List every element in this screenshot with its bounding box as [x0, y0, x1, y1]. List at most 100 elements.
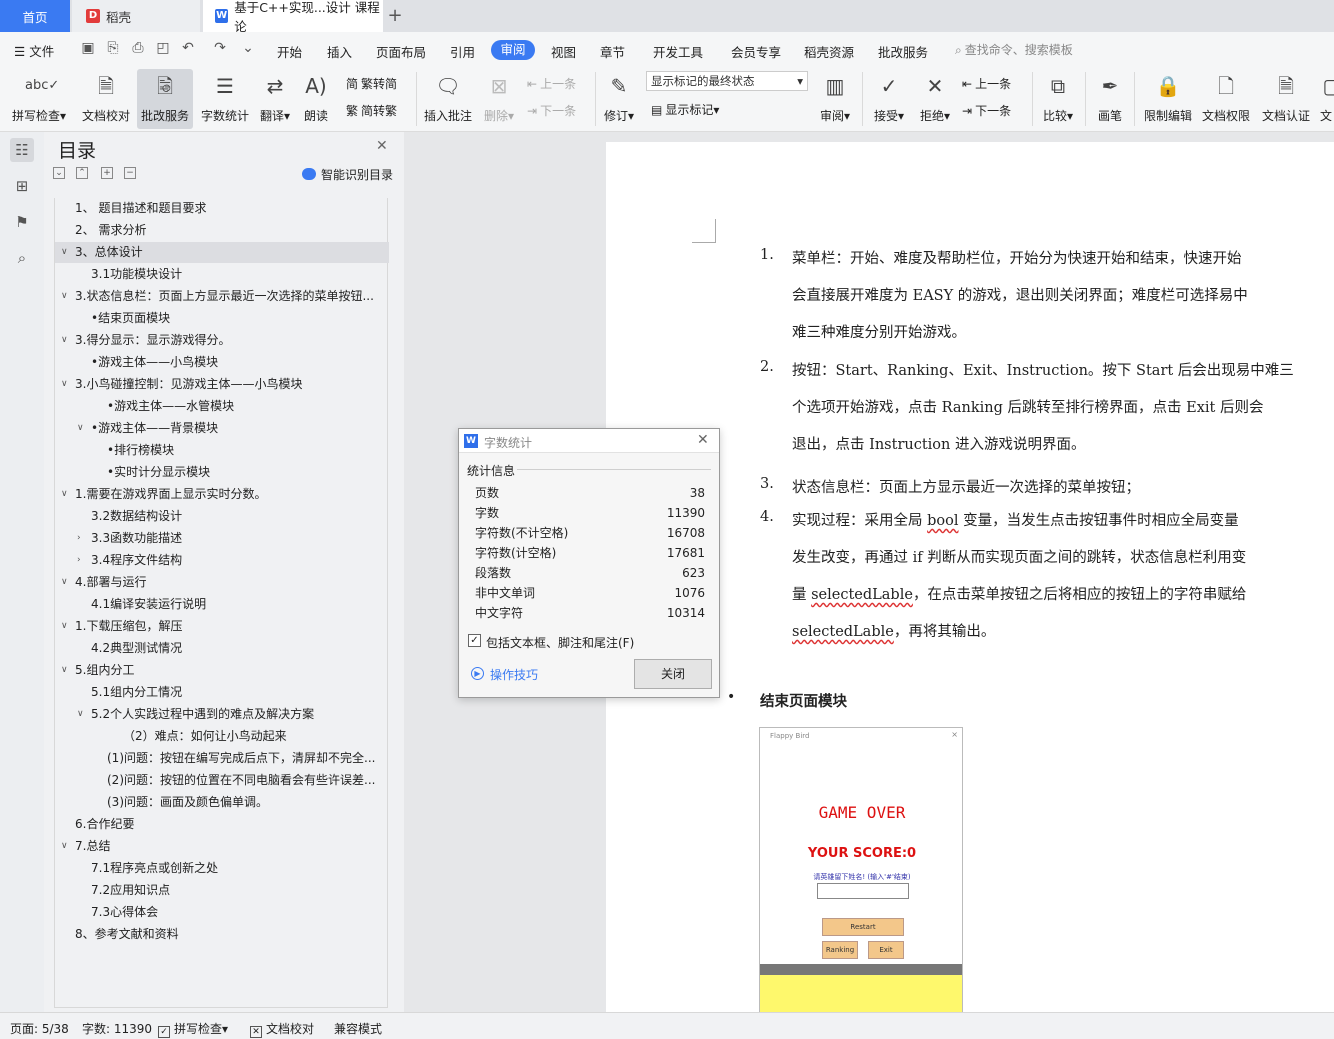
- markup-state-select[interactable]: 显示标记的最终状态 ▾: [646, 71, 808, 91]
- insert-comment-button[interactable]: 🗨 插入批注: [422, 69, 474, 129]
- toc-item[interactable]: 7.3心得体会: [55, 902, 389, 923]
- toc-item[interactable]: ∨ 3.得分显示：显示游戏得分。: [55, 330, 389, 351]
- accept-button[interactable]: ✓ 接受▾: [869, 69, 909, 129]
- save-icon[interactable]: ▣: [80, 40, 96, 56]
- toc-item[interactable]: (2)问题：按钮的位置在不同电脑看会有些许误差...: [55, 770, 389, 791]
- paragraph-line[interactable]: 退出，点击 Instruction 进入游戏说明界面。: [792, 433, 1085, 454]
- expand-arrow-icon[interactable]: ∨: [77, 418, 84, 439]
- new-tab-button[interactable]: +: [385, 5, 405, 26]
- menu-devtools[interactable]: 开发工具: [653, 42, 703, 61]
- doc-proofread-button[interactable]: 🗎 文档校对: [78, 69, 134, 129]
- spellcheck-button[interactable]: abc✓ 拼写检查▾: [8, 69, 70, 129]
- menu-correction[interactable]: 批改服务: [878, 42, 928, 61]
- toc-item[interactable]: 1、 题目描述和题目要求: [55, 198, 389, 219]
- expand-arrow-icon[interactable]: ∨: [61, 286, 68, 307]
- toc-item[interactable]: ∨ 3.小鸟碰撞控制：见游戏主体——小鸟模块: [55, 374, 389, 395]
- toc-item[interactable]: 4.1编译安装运行说明: [55, 594, 389, 615]
- toc-item[interactable]: (1)问题：按钮在编写完成后点下，清屏却不完全...: [55, 748, 389, 769]
- include-textbox-checkbox[interactable]: ✓: [468, 634, 481, 647]
- toc-item[interactable]: ∨ 1.下载压缩包，解压: [55, 616, 389, 637]
- simp-to-trad-button[interactable]: 繁简转繁: [346, 102, 397, 119]
- menu-daoke-resources[interactable]: 稻壳资源: [804, 42, 854, 61]
- toc-item[interactable]: (3)问题：画面及颜色偏单调。: [55, 792, 389, 813]
- menu-reference[interactable]: 引用: [450, 42, 475, 61]
- toc-item[interactable]: › 3.3函数功能描述: [55, 528, 389, 549]
- undo-icon[interactable]: ↶: [180, 40, 196, 56]
- paragraph-line[interactable]: 个选项开始游戏，点击 Ranking 后跳转至排行榜界面，点击 Exit 后则会: [792, 396, 1263, 417]
- expand-arrow-icon[interactable]: ∨: [61, 242, 68, 263]
- toc-item[interactable]: ∨ 5.组内分工: [55, 660, 389, 681]
- expand-arrow-icon[interactable]: ∨: [61, 484, 68, 505]
- toc-item[interactable]: 5.1组内分工情况: [55, 682, 389, 703]
- translate-button[interactable]: ⇄ 翻译▾: [256, 69, 294, 129]
- menu-insert[interactable]: 插入: [327, 42, 352, 61]
- review-pane-button[interactable]: ▥ 审阅▾: [815, 69, 855, 129]
- toc-item[interactable]: ∨ 4.部署与运行: [55, 572, 389, 593]
- proofread-toggle[interactable]: ✕ 文档校对: [250, 1020, 314, 1038]
- toc-item[interactable]: 3.2数据结构设计: [55, 506, 389, 527]
- toc-item[interactable]: ∨ 5.2个人实践过程中遇到的难点及解决方案: [55, 704, 389, 725]
- paragraph-line[interactable]: 菜单栏：开始、难度及帮助栏位，开始分为快速开始和结束，快速开始: [792, 247, 1242, 268]
- toc-item[interactable]: ∨ 7.总结: [55, 836, 389, 857]
- reject-button[interactable]: ✕ 拒绝▾: [915, 69, 955, 129]
- paragraph-line[interactable]: selectedLable，再将其输出。: [792, 620, 995, 641]
- collapse-all-icon[interactable]: ⌄: [53, 167, 65, 179]
- toc-item[interactable]: •排行榜模块: [55, 440, 389, 461]
- expand-arrow-icon[interactable]: ∨: [61, 572, 68, 593]
- page-indicator[interactable]: 页面: 5/38: [10, 1020, 69, 1037]
- next-change-button[interactable]: ⇥ 下一条: [962, 102, 1011, 119]
- print-preview-icon[interactable]: ◰: [155, 40, 171, 56]
- toc-item[interactable]: 4.2典型测试情况: [55, 638, 389, 659]
- tab-daoke[interactable]: D 稻壳: [72, 0, 200, 32]
- toc-item[interactable]: ∨ 3、总体设计: [55, 242, 389, 263]
- paragraph-line[interactable]: 按钮：Start、Ranking、Exit、Instruction。按下 Sta…: [792, 359, 1294, 380]
- expand-arrow-icon[interactable]: ∨: [61, 330, 68, 351]
- ribbon-overflow-button[interactable]: ▢ 文: [1318, 69, 1334, 129]
- menu-review[interactable]: 审阅: [491, 40, 535, 60]
- menu-view[interactable]: 视图: [551, 42, 576, 61]
- menu-chapter[interactable]: 章节: [600, 42, 625, 61]
- toc-item[interactable]: ∨ 1.需要在游戏界面上显示实时分数。: [55, 484, 389, 505]
- paragraph-line[interactable]: 会直接展开难度为 EASY 的游戏，退出则关闭界面；难度栏可选择易中: [792, 284, 1248, 305]
- command-search[interactable]: ⌕ 查找命令、搜索模板: [955, 41, 1073, 58]
- show-markup-button[interactable]: ▤ 显示标记▾: [651, 101, 719, 118]
- pen-button[interactable]: ✒ 画笔: [1092, 69, 1128, 129]
- close-button[interactable]: 关闭: [634, 659, 712, 689]
- doc-permission-button[interactable]: 🗋 文档权限: [1200, 69, 1252, 129]
- toc-item[interactable]: •游戏主体——水管模块: [55, 396, 389, 417]
- paragraph-line[interactable]: 发生改变，再通过 if 判断从而实现页面之间的跳转，状态信息栏利用变: [792, 546, 1246, 567]
- menu-layout[interactable]: 页面布局: [376, 42, 426, 61]
- toc-item[interactable]: （2）难点：如何让小鸟动起来: [55, 726, 389, 747]
- smart-toc-button[interactable]: 智能识别目录: [302, 166, 393, 183]
- close-icon[interactable]: ✕: [376, 138, 388, 154]
- toc-item[interactable]: ∨ •游戏主体——背景模块: [55, 418, 389, 439]
- toc-item[interactable]: 2、 需求分析: [55, 220, 389, 241]
- print-icon[interactable]: ⎙: [130, 40, 146, 56]
- remove-level-icon[interactable]: −: [124, 167, 136, 179]
- expand-arrow-icon[interactable]: ∨: [61, 836, 68, 857]
- correction-service-button[interactable]: 🗟 批改服务: [137, 69, 193, 129]
- word-count-button[interactable]: ☰ 字数统计: [197, 69, 253, 129]
- word-count-indicator[interactable]: 字数: 11390: [82, 1020, 152, 1037]
- menu-member[interactable]: 会员专享: [731, 42, 781, 61]
- bookmark-icon[interactable]: ⚑: [10, 210, 34, 234]
- file-menu[interactable]: ☰ 文件: [14, 41, 54, 60]
- toc-item[interactable]: •实时计分显示模块: [55, 462, 389, 483]
- find-icon[interactable]: ⌕: [10, 246, 34, 270]
- toc-item[interactable]: › 3.4程序文件结构: [55, 550, 389, 571]
- paragraph-line[interactable]: 难三种难度分别开始游戏。: [792, 321, 966, 342]
- spellcheck-toggle[interactable]: ✓ 拼写检查▾: [158, 1020, 228, 1038]
- prev-change-button[interactable]: ⇤ 上一条: [962, 75, 1011, 92]
- paragraph-line[interactable]: 量 selectedLable，在点击菜单按钮之后将相应的按钮上的字符串赋给: [792, 583, 1246, 604]
- toc-item[interactable]: ∨ 3.状态信息栏：页面上方显示最近一次选择的菜单按钮...: [55, 286, 389, 307]
- export-pdf-icon[interactable]: ⎘: [105, 40, 121, 56]
- restrict-editing-button[interactable]: 🔒 限制编辑: [1140, 69, 1196, 129]
- toc-item[interactable]: 8、参考文献和资料: [55, 924, 389, 945]
- next-comment-button[interactable]: ⇥ 下一条: [527, 102, 576, 119]
- toc-item[interactable]: 7.1程序亮点或创新之处: [55, 858, 389, 879]
- paragraph-line[interactable]: 状态信息栏：页面上方显示最近一次选择的菜单按钮；: [792, 476, 1140, 497]
- expand-arrow-icon[interactable]: ∨: [61, 374, 68, 395]
- expand-arrow-icon[interactable]: ∨: [77, 704, 84, 725]
- doc-certify-button[interactable]: 🗎 文档认证: [1258, 69, 1314, 129]
- add-level-icon[interactable]: +: [101, 167, 113, 179]
